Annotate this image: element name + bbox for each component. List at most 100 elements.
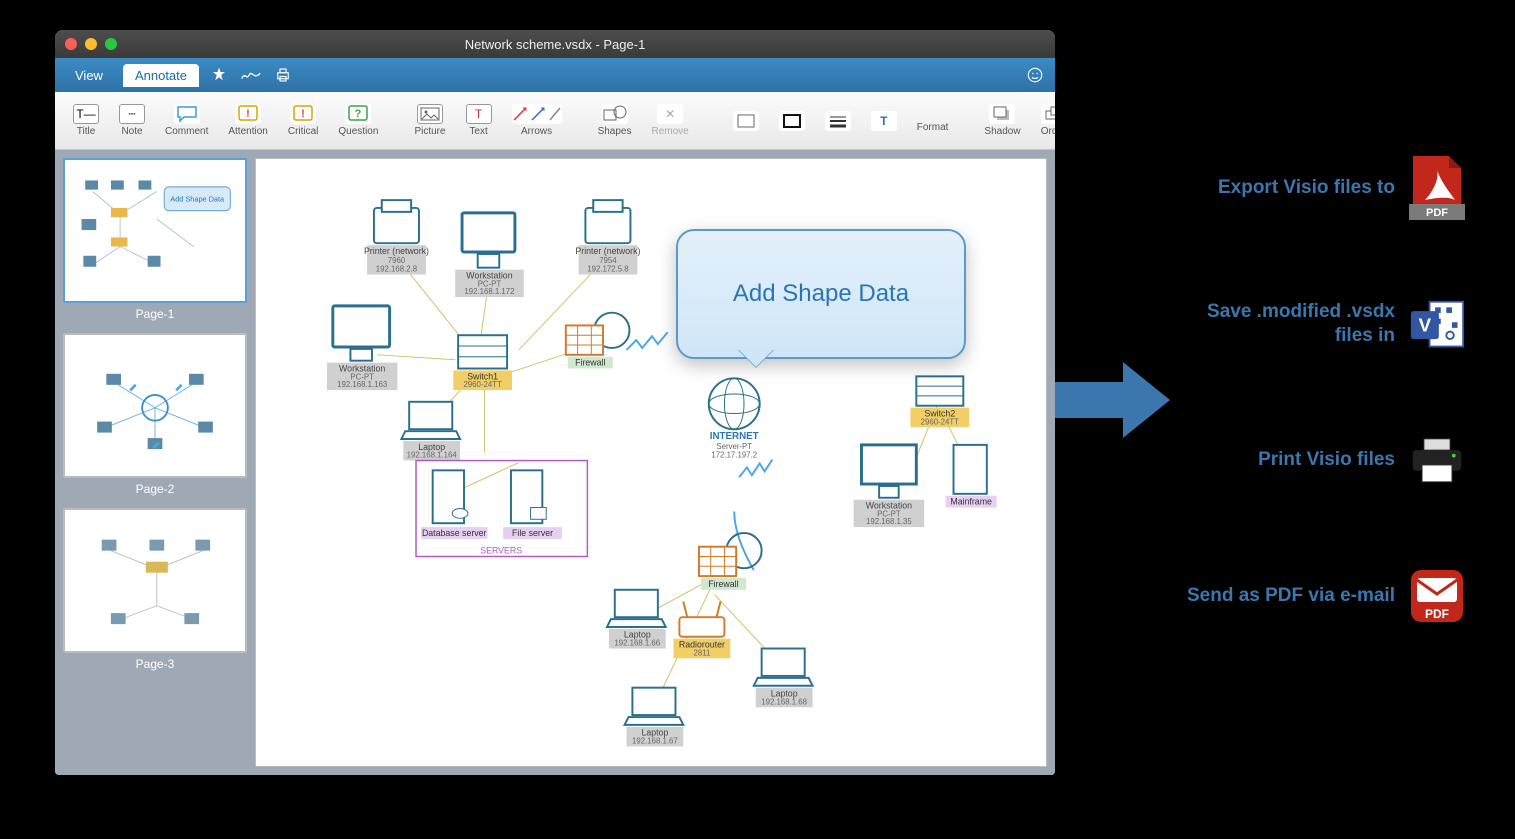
menubar: View Annotate bbox=[55, 58, 1055, 92]
note-icon: ┄ bbox=[119, 104, 145, 124]
app-window: Network scheme.vsdx - Page-1 View Annota… bbox=[55, 30, 1055, 775]
callout-text: Add Shape Data bbox=[733, 280, 909, 308]
lineweight-icon bbox=[825, 111, 851, 131]
signature-icon[interactable] bbox=[239, 63, 263, 87]
tool-fill[interactable] bbox=[727, 109, 765, 133]
remove-icon: ✕ bbox=[657, 104, 683, 124]
toolbar: T—Title ┄Note Comment !Attention !Critic… bbox=[55, 92, 1055, 150]
thumbnail-label-3: Page-3 bbox=[63, 653, 247, 671]
node-fileserver: File server bbox=[503, 470, 562, 539]
shadow-icon bbox=[989, 104, 1015, 124]
tool-shadow[interactable]: Shadow bbox=[978, 102, 1026, 139]
svg-text:?: ? bbox=[355, 108, 362, 120]
svg-text:192.168.1.163: 192.168.1.163 bbox=[337, 380, 388, 389]
tool-order[interactable]: Order bbox=[1035, 102, 1055, 139]
tool-note[interactable]: ┄Note bbox=[113, 102, 151, 139]
smiley-icon[interactable] bbox=[1023, 63, 1047, 87]
tool-picture[interactable]: Picture bbox=[408, 102, 451, 139]
border-icon bbox=[779, 111, 805, 131]
svg-text:Printer (network): Printer (network) bbox=[575, 246, 640, 256]
svg-text:Mainframe: Mainframe bbox=[950, 497, 992, 507]
node-firewall2: Firewall bbox=[699, 533, 762, 590]
svg-text:192.168.1.68: 192.168.1.68 bbox=[761, 697, 807, 706]
node-printer2: Printer (network) 7954 192.172.5.8 bbox=[575, 200, 640, 274]
node-firewall1: Firewall bbox=[566, 313, 630, 369]
svg-text:Database server: Database server bbox=[422, 528, 487, 538]
print-icon[interactable] bbox=[271, 63, 295, 87]
tool-lineweight[interactable] bbox=[819, 109, 857, 133]
page-thumbnails-sidebar: Add Shape Data Page-1 Page-2 bbox=[55, 150, 255, 775]
node-printer1: Printer (network) 7960 192.168.2.8 bbox=[364, 200, 429, 274]
critical-icon: ! bbox=[290, 104, 316, 124]
pdf-tool-icon[interactable] bbox=[207, 63, 231, 87]
svg-text:192.168.1.172: 192.168.1.172 bbox=[464, 287, 514, 296]
thumbnail-page-2[interactable] bbox=[63, 333, 247, 478]
svg-text:Firewall: Firewall bbox=[575, 358, 605, 368]
thumb-callout-text: Add Shape Data bbox=[170, 195, 225, 204]
diagram-canvas[interactable]: Printer (network) 7960 192.168.2.8 Works… bbox=[255, 158, 1047, 767]
svg-text:PDF: PDF bbox=[1426, 207, 1448, 219]
svg-text:7954: 7954 bbox=[599, 256, 617, 265]
tool-arrows[interactable]: Arrows bbox=[506, 102, 568, 139]
titlebar: Network scheme.vsdx - Page-1 bbox=[55, 30, 1055, 58]
node-workstation2: Workstation PC-PT 192.168.1.163 bbox=[327, 306, 397, 390]
feature-save: Save .modified .vsdx files in V bbox=[1185, 296, 1465, 352]
pdf-icon: PDF bbox=[1409, 160, 1465, 216]
thumbnail-page-1[interactable]: Add Shape Data bbox=[63, 158, 247, 303]
svg-text:192.168.2.8: 192.168.2.8 bbox=[376, 265, 418, 274]
svg-text:Server-PT: Server-PT bbox=[716, 442, 752, 451]
svg-text:192.168.1.164: 192.168.1.164 bbox=[407, 451, 458, 460]
svg-text:PDF: PDF bbox=[1425, 607, 1449, 621]
svg-text:2960-24TT: 2960-24TT bbox=[463, 380, 502, 389]
node-internet: INTERNET Server-PT 172.17.197.2 bbox=[709, 378, 760, 459]
tool-question[interactable]: ?Question bbox=[332, 102, 384, 139]
tool-shapes[interactable]: Shapes bbox=[592, 102, 638, 139]
format-label: Format bbox=[917, 122, 949, 133]
text-icon: T bbox=[466, 104, 492, 124]
shape-data-callout[interactable]: Add Shape Data bbox=[676, 229, 966, 359]
node-radiorouter: Radiorouter 2811 bbox=[674, 602, 731, 659]
window-title: Network scheme.vsdx - Page-1 bbox=[55, 37, 1055, 52]
feature-print: Print Visio files bbox=[1185, 432, 1465, 488]
title-icon: T— bbox=[73, 104, 99, 124]
tool-critical[interactable]: !Critical bbox=[282, 102, 325, 139]
node-laptop4: Laptop 192.168.1.68 bbox=[754, 649, 813, 708]
node-laptop2: Laptop 192.168.1.66 bbox=[607, 590, 666, 649]
svg-text:V: V bbox=[1419, 314, 1432, 335]
svg-text:192.168.1.67: 192.168.1.67 bbox=[632, 736, 678, 745]
node-workstation1: Workstation PC-PT 192.168.1.172 bbox=[455, 213, 524, 297]
big-arrow-icon bbox=[1055, 360, 1170, 440]
node-workstation3: Workstation PC-PT 192.168.1.35 bbox=[854, 445, 924, 527]
tool-textcolor[interactable]: T bbox=[865, 109, 903, 133]
workspace: Add Shape Data Page-1 Page-2 bbox=[55, 150, 1055, 775]
svg-text:2960-24TT: 2960-24TT bbox=[921, 417, 960, 426]
feature-send: Send as PDF via e-mail PDF bbox=[1185, 568, 1465, 624]
node-dbserver: Database server bbox=[421, 470, 488, 539]
svg-text:Printer (network): Printer (network) bbox=[364, 246, 429, 256]
tab-annotate[interactable]: Annotate bbox=[123, 64, 199, 87]
thumbnail-page-3[interactable] bbox=[63, 508, 247, 653]
arrows-icon bbox=[512, 104, 562, 124]
svg-text:2811: 2811 bbox=[693, 648, 710, 657]
comment-icon bbox=[174, 104, 200, 124]
servers-group-label: SERVERS bbox=[480, 546, 522, 556]
node-mainframe: Mainframe bbox=[946, 445, 997, 508]
feature-export: Export Visio files to PDF bbox=[1185, 160, 1465, 216]
svg-text:!: ! bbox=[246, 108, 250, 120]
tab-view[interactable]: View bbox=[63, 64, 115, 87]
node-switch2: Switch2 2960-24TT bbox=[910, 376, 969, 427]
question-icon: ? bbox=[345, 104, 371, 124]
email-pdf-icon: PDF bbox=[1409, 568, 1465, 624]
picture-icon bbox=[417, 104, 443, 124]
feature-list: Export Visio files to PDF Save .modified… bbox=[1185, 160, 1465, 624]
visio-icon: V bbox=[1409, 296, 1465, 352]
tool-text[interactable]: TText bbox=[460, 102, 498, 139]
fill-icon bbox=[733, 111, 759, 131]
tool-remove[interactable]: ✕Remove bbox=[645, 102, 694, 139]
textcolor-icon: T bbox=[871, 111, 897, 131]
shapes-icon bbox=[602, 104, 628, 124]
tool-border[interactable] bbox=[773, 109, 811, 133]
tool-attention[interactable]: !Attention bbox=[222, 102, 273, 139]
tool-comment[interactable]: Comment bbox=[159, 102, 214, 139]
tool-title[interactable]: T—Title bbox=[67, 102, 105, 139]
